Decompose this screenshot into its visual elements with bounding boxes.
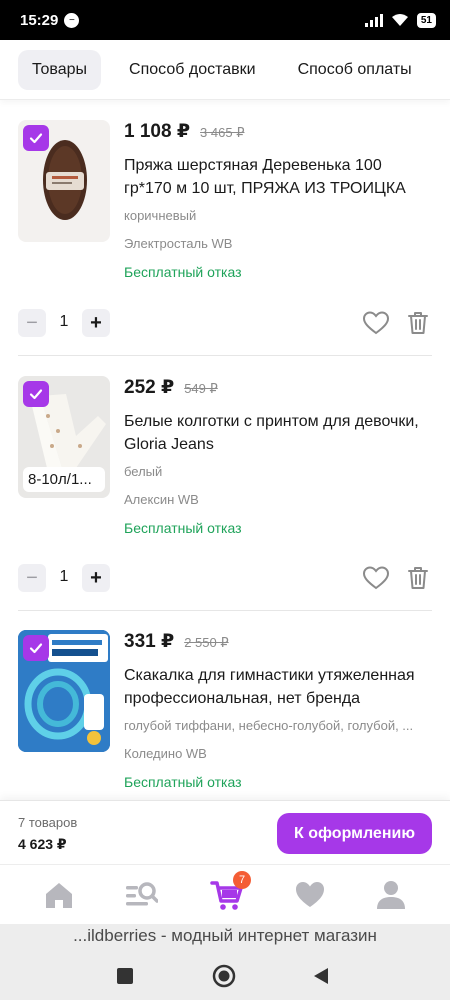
checkout-tabs: Товары Способ доставки Способ оплаты [0, 40, 450, 100]
browser-page-title: ...ildberries - модный интернет магазин [73, 926, 377, 945]
wifi-icon [391, 14, 408, 26]
item-controls: − 1 + [18, 309, 432, 337]
free-return-label: Бесплатный отказ [124, 264, 242, 280]
product-image[interactable] [18, 630, 110, 752]
status-time: 15:29 [20, 11, 59, 29]
battery-level: 51 [420, 14, 432, 26]
tab-payment-method[interactable]: Способ оплаты [284, 50, 426, 90]
price-row: 1 108 ₽ 3 465 ₽ [124, 120, 432, 146]
free-return-label: Бесплатный отказ [124, 520, 242, 536]
product-info: 1 108 ₽ 3 465 ₽ Пряжа шерстяная Деревень… [124, 120, 432, 280]
favorite-heart-icon[interactable] [362, 565, 390, 591]
quantity-value: 1 [59, 568, 69, 585]
size-tag: 8-10л/1... [23, 467, 105, 492]
items-count: 7 товаров [18, 815, 78, 830]
warehouse: Алексин WB [124, 492, 199, 507]
battery-icon: 51 [416, 12, 436, 28]
product-title[interactable]: Скакалка для гимнастики утяжеленная проф… [124, 664, 432, 710]
price: 1 108 ₽ [124, 121, 191, 142]
increase-quantity-button[interactable]: + [82, 564, 110, 592]
product-image[interactable]: 8-10л/1... [18, 376, 110, 498]
item-divider [18, 610, 432, 611]
product-title[interactable]: Пряжа шерстяная Деревенька 100 гр*170 м … [124, 154, 432, 200]
bottom-navigation: 7 [0, 864, 450, 924]
free-return-label: Бесплатный отказ [124, 774, 242, 790]
quantity-value: 1 [59, 313, 69, 330]
cell-signal-icon [364, 13, 383, 27]
decrease-quantity-button[interactable]: − [18, 564, 46, 592]
order-summary-bar: 7 товаров 4 623 ₽ К оформлению [0, 800, 450, 864]
status-bar: 15:29 − 51 [0, 0, 450, 40]
product-title[interactable]: Белые колготки с принтом для девочки, Gl… [124, 410, 432, 456]
tab-goods[interactable]: Товары [18, 49, 102, 90]
home-icon[interactable] [42, 878, 76, 912]
checkmark-icon [29, 389, 43, 400]
old-price: 2 550 ₽ [184, 635, 229, 650]
cart-badge: 7 [233, 871, 251, 889]
product-info: 331 ₽ 2 550 ₽ Скакалка для гимнастики ут… [124, 630, 432, 790]
old-price: 549 ₽ [184, 381, 218, 396]
checkout-button[interactable]: К оформлению [277, 813, 432, 854]
product-color: коричневый [124, 208, 197, 223]
item-select-checkbox[interactable] [23, 635, 49, 661]
cart-item: 8-10л/1... 252 ₽ 549 ₽ Белые колготки с … [18, 376, 432, 536]
price-row: 252 ₽ 549 ₽ [124, 376, 432, 402]
product-info: 252 ₽ 549 ₽ Белые колготки с принтом для… [124, 376, 432, 536]
checkmark-icon [29, 643, 43, 654]
increase-quantity-button[interactable]: + [82, 309, 110, 337]
do-not-disturb-icon: − [64, 12, 80, 28]
cart-item: 1 108 ₽ 3 465 ₽ Пряжа шерстяная Деревень… [18, 120, 432, 280]
checkmark-icon [29, 133, 43, 144]
system-navigation [0, 964, 450, 988]
cart-item: 331 ₽ 2 550 ₽ Скакалка для гимнастики ут… [18, 630, 432, 790]
old-price: 3 465 ₽ [200, 125, 245, 140]
favorites-heart-icon[interactable] [293, 878, 327, 912]
warehouse: Коледино WB [124, 746, 207, 761]
item-divider [18, 355, 432, 356]
delete-trash-icon[interactable] [406, 310, 430, 336]
product-color: голубой тиффани, небесно-голубой, голубо… [124, 718, 414, 733]
recent-apps-icon[interactable] [116, 967, 134, 985]
favorite-heart-icon[interactable] [362, 310, 390, 336]
home-button-icon[interactable] [212, 964, 236, 988]
status-indicators: 51 [364, 12, 436, 28]
item-select-checkbox[interactable] [23, 381, 49, 407]
catalog-search-icon[interactable] [124, 878, 158, 912]
price-row: 331 ₽ 2 550 ₽ [124, 630, 432, 656]
product-color: белый [124, 464, 163, 479]
order-total: 4 623 ₽ [18, 836, 67, 852]
tab-delivery-method[interactable]: Способ доставки [115, 50, 270, 90]
price: 331 ₽ [124, 631, 175, 652]
decrease-quantity-button[interactable]: − [18, 309, 46, 337]
item-select-checkbox[interactable] [23, 125, 49, 151]
product-image[interactable] [18, 120, 110, 242]
delete-trash-icon[interactable] [406, 565, 430, 591]
back-icon[interactable] [311, 966, 331, 986]
profile-icon[interactable] [374, 878, 408, 912]
browser-bar: ...ildberries - модный интернет магазин [0, 924, 450, 1000]
item-controls: − 1 + [18, 564, 432, 592]
nav-cart[interactable]: 7 [210, 871, 251, 912]
price: 252 ₽ [124, 377, 175, 398]
warehouse: Электросталь WB [124, 236, 233, 251]
